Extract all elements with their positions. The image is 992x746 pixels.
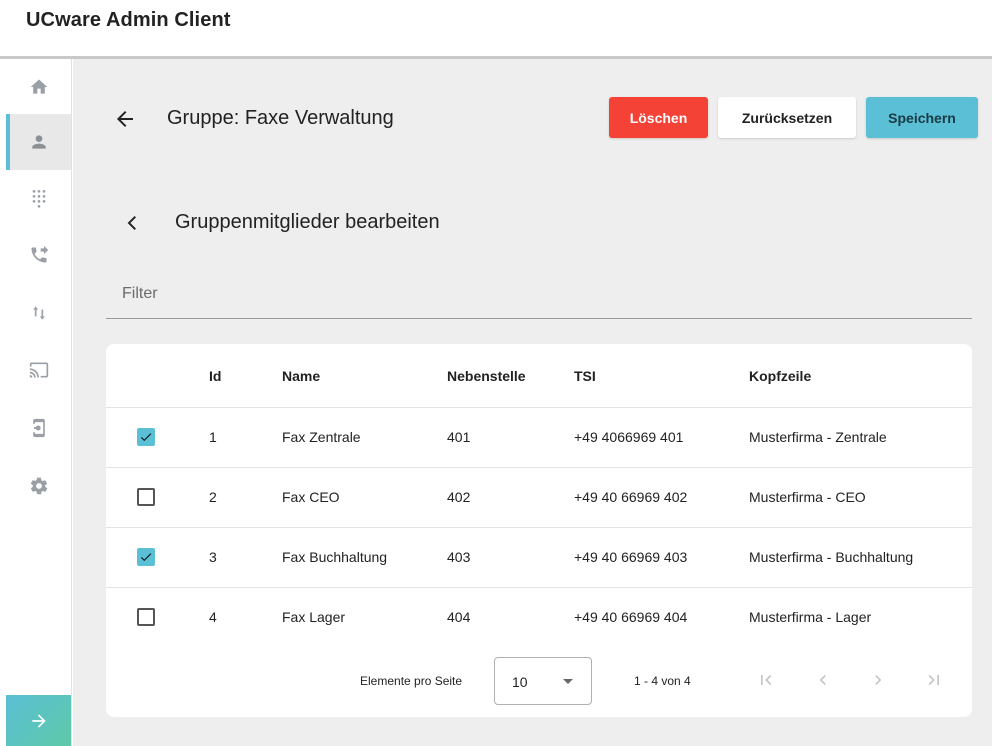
arrows-icon [32, 306, 45, 320]
cell-tsi: +49 40 66969 402 [574, 489, 688, 505]
sidebar-item-cast[interactable] [6, 342, 71, 398]
app-title: UCware Admin Client [26, 9, 231, 31]
cell-extension: 402 [447, 489, 471, 505]
cell-name: Fax Buchhaltung [282, 549, 388, 565]
cell-name: Fax Lager [282, 609, 346, 625]
delete-button[interactable]: Löschen [609, 97, 708, 138]
table-row: 4 Fax Lager 404 +49 40 66969 404 Musterf… [106, 588, 972, 648]
checkmark-icon [140, 553, 152, 562]
chevron-right-icon [875, 675, 882, 685]
section-title: Gruppenmitglieder bearbeiten [175, 211, 440, 233]
table-row: 1 Fax Zentrale 401 +49 4066969 401 Muste… [106, 408, 972, 468]
previous-page-button[interactable] [811, 668, 835, 692]
column-header-id[interactable]: Id [209, 368, 221, 384]
sidebar-item-dialpad[interactable] [6, 170, 71, 226]
reset-button[interactable]: Zurücksetzen [718, 97, 856, 138]
cell-kopfzeile: Musterfirma - Zentrale [749, 429, 887, 445]
cell-id: 3 [209, 549, 217, 565]
page-title: Gruppe: Faxe Verwaltung [167, 107, 394, 129]
table-header: Id Name Nebenstelle TSI Kopfzeile [106, 344, 972, 408]
column-header-extension[interactable]: Nebenstelle [447, 368, 526, 384]
dialpad-icon [32, 190, 45, 208]
cell-extension: 404 [447, 609, 471, 625]
column-header-kopfzeile[interactable]: Kopfzeile [749, 368, 811, 384]
chevron-left-icon [819, 675, 826, 685]
row-checkbox[interactable] [137, 608, 155, 626]
cell-extension: 401 [447, 429, 471, 445]
arrow-left-icon [117, 111, 133, 127]
members-table: Id Name Nebenstelle TSI Kopfzeile 1 Fax … [106, 344, 972, 717]
cell-name: Fax Zentrale [282, 429, 361, 445]
items-per-page-select[interactable]: 10 [494, 657, 592, 705]
items-per-page-label: Elemente pro Seite [360, 674, 463, 688]
app-header: UCware Admin Client [0, 0, 992, 59]
save-button[interactable]: Speichern [866, 97, 978, 138]
back-button[interactable] [113, 107, 137, 131]
cell-id: 1 [209, 429, 217, 445]
column-header-tsi[interactable]: TSI [574, 368, 596, 384]
table-row: 2 Fax CEO 402 +49 40 66969 402 Musterfir… [106, 468, 972, 528]
gear-icon [30, 477, 47, 495]
cell-id: 2 [209, 489, 217, 505]
sidebar-item-home[interactable] [6, 59, 71, 115]
row-checkbox[interactable] [137, 428, 155, 446]
dropdown-caret-icon [563, 679, 573, 684]
sidebar-item-device[interactable] [6, 400, 71, 456]
items-per-page-value: 10 [512, 674, 528, 690]
cell-id: 4 [209, 609, 217, 625]
cell-extension: 403 [447, 549, 471, 565]
cell-tsi: +49 40 66969 403 [574, 549, 688, 565]
filter-input[interactable] [106, 269, 972, 318]
sidebar-item-users[interactable] [6, 114, 71, 170]
row-checkbox[interactable] [137, 488, 155, 506]
sidebar [0, 59, 72, 746]
sidebar-item-transfer[interactable] [6, 285, 71, 341]
main-content: Gruppe: Faxe Verwaltung Löschen Zurückse… [73, 59, 992, 746]
cell-kopfzeile: Musterfirma - Buchhaltung [749, 549, 914, 565]
person-icon [31, 135, 46, 149]
cell-tsi: +49 4066969 401 [574, 429, 684, 445]
paginator: Elemente pro Seite 10 1 - 4 von 4 [106, 650, 972, 710]
row-checkbox[interactable] [137, 548, 155, 566]
home-icon [30, 79, 47, 94]
page-range-label: 1 - 4 von 4 [634, 674, 691, 688]
cell-kopfzeile: Musterfirma - CEO [749, 489, 866, 505]
cell-kopfzeile: Musterfirma - Lager [749, 609, 872, 625]
last-page-icon [928, 675, 939, 685]
cast-icon [29, 362, 48, 378]
table-row: 3 Fax Buchhaltung 403 +49 40 66969 403 M… [106, 528, 972, 588]
arrow-right-icon [31, 713, 46, 728]
checkmark-icon [140, 433, 152, 442]
phone-forward-icon [31, 245, 48, 263]
first-page-icon [761, 675, 772, 685]
filter-field [106, 269, 972, 319]
device-settings-icon [32, 418, 45, 438]
next-page-button[interactable] [866, 668, 890, 692]
section-back-button[interactable] [123, 211, 143, 235]
column-header-name[interactable]: Name [282, 368, 320, 384]
cell-name: Fax CEO [282, 489, 340, 505]
sidebar-item-settings[interactable] [6, 458, 71, 514]
last-page-button[interactable] [922, 668, 946, 692]
first-page-button[interactable] [754, 668, 778, 692]
sidebar-item-call-forward[interactable] [6, 227, 71, 283]
sidebar-expand-button[interactable] [6, 695, 71, 746]
cell-tsi: +49 40 66969 404 [574, 609, 688, 625]
chevron-left-icon [127, 216, 136, 230]
